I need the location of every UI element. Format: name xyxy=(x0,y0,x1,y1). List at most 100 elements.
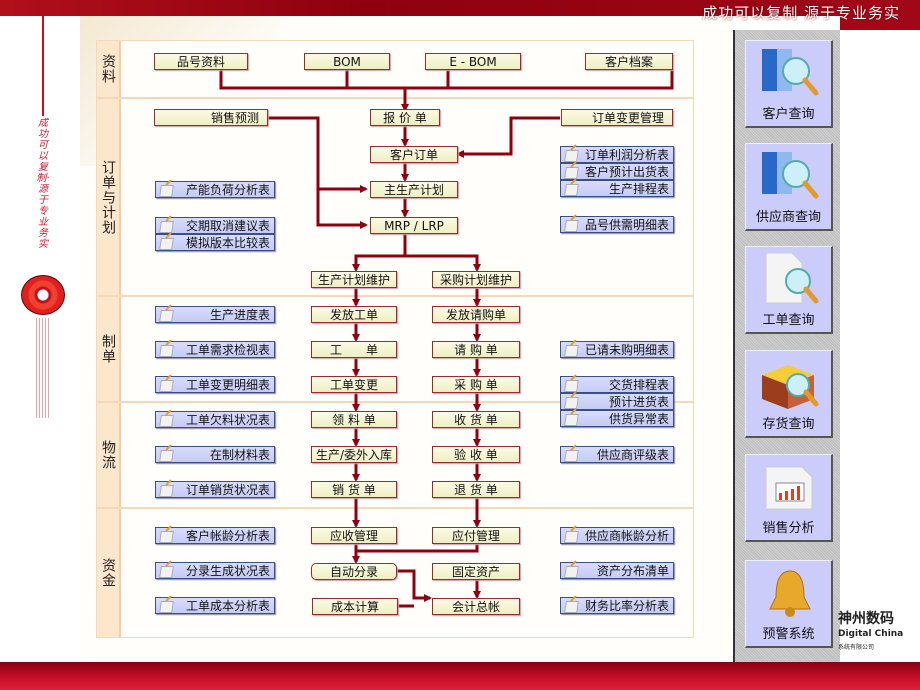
node-general-ledger[interactable]: 会计总帐 xyxy=(432,598,520,615)
slogan: 成功可以复制 源于专业务实 xyxy=(702,4,900,22)
node-purchase-order[interactable]: 采 购 单 xyxy=(432,376,520,393)
report-order-sales-status[interactable]: 订单销货状况表 xyxy=(155,481,275,498)
node-purch-plan-maint[interactable]: 采购计划维护 xyxy=(432,271,520,288)
bottom-banner xyxy=(0,662,920,690)
node-auto-voucher[interactable]: 自动分录 xyxy=(311,563,397,580)
lane-label: 订单与计划 xyxy=(97,99,121,295)
lane-label-text: 制单 xyxy=(100,334,116,364)
report-sim-version[interactable]: 模拟版本比较表 xyxy=(155,234,275,251)
supplier-query-button[interactable]: 供应商查询 xyxy=(745,143,833,231)
report-label: 预计进货表 xyxy=(608,395,669,409)
report-customer-ship-forecast[interactable]: 客户预计出货表 xyxy=(560,163,674,180)
node-item-data[interactable]: 品号资料 xyxy=(154,53,248,70)
report-icon xyxy=(565,219,579,231)
report-icon xyxy=(160,449,174,461)
inventory-query-button[interactable]: 存货查询 xyxy=(745,350,833,438)
report-icon xyxy=(160,184,174,196)
report-wo-cost[interactable]: 工单成本分析表 xyxy=(155,597,275,614)
report-icon xyxy=(565,183,579,195)
report-financial-ratio[interactable]: 财务比率分析表 xyxy=(560,597,674,614)
node-mps[interactable]: 主生产计划 xyxy=(370,181,458,198)
node-issue-purch-req[interactable]: 发放请购单 xyxy=(432,306,520,323)
report-label: 工单欠料状况表 xyxy=(185,413,270,427)
report-voucher-status[interactable]: 分录生成状况表 xyxy=(155,562,275,579)
alert-system-button[interactable]: 预警系统 xyxy=(745,560,833,648)
report-label: 资产分布清单 xyxy=(596,564,669,578)
node-bom[interactable]: BOM xyxy=(304,53,390,70)
report-icon xyxy=(565,565,579,577)
bell-icon xyxy=(769,570,811,617)
report-order-profit[interactable]: 订单利润分析表 xyxy=(560,146,674,163)
report-label: 生产排程表 xyxy=(608,182,669,196)
report-item-supply-demand[interactable]: 品号供需明细表 xyxy=(560,216,674,233)
report-wip-material[interactable]: 在制材料表 xyxy=(155,446,275,463)
node-inspection[interactable]: 验 收 单 xyxy=(432,446,520,463)
report-delivery-cancel[interactable]: 交期取消建议表 xyxy=(155,217,275,234)
node-issue-work-order[interactable]: 发放工单 xyxy=(311,306,397,323)
node-mrp[interactable]: MRP / LRP xyxy=(370,217,458,234)
node-ar-mgmt[interactable]: 应收管理 xyxy=(311,527,397,544)
report-label: 供应商帐龄分析 xyxy=(584,529,669,543)
node-fixed-assets[interactable]: 固定资产 xyxy=(432,563,520,580)
report-label: 工单需求检视表 xyxy=(185,343,270,357)
decorative-line xyxy=(42,16,44,116)
node-sales-forecast[interactable]: 销售预测 xyxy=(154,109,268,126)
node-work-order-change[interactable]: 工单变更 xyxy=(311,376,397,393)
report-prod-schedule[interactable]: 生产排程表 xyxy=(560,180,674,197)
report-customer-aging[interactable]: 客户帐龄分析表 xyxy=(155,527,275,544)
node-customer-file[interactable]: 客户档案 xyxy=(585,53,673,70)
report-label: 已请未购明细表 xyxy=(584,343,669,357)
node-material-requisition[interactable]: 领 料 单 xyxy=(311,411,397,428)
report-label: 分录生成状况表 xyxy=(185,564,270,578)
node-customer-order[interactable]: 客户订单 xyxy=(370,146,458,163)
report-requested-unpurchased[interactable]: 已请未购明细表 xyxy=(560,341,674,358)
node-ebom[interactable]: E - BOM xyxy=(425,53,521,70)
lane-label-text: 物流 xyxy=(100,440,116,470)
report-supply-exception[interactable]: 供货异常表 xyxy=(560,410,674,427)
node-quotation[interactable]: 报 价 单 xyxy=(370,109,440,126)
report-icon xyxy=(160,379,174,391)
report-expected-receipts[interactable]: 预计进货表 xyxy=(560,393,674,410)
node-goods-receipt[interactable]: 收 货 单 xyxy=(432,411,520,428)
node-cost-calc[interactable]: 成本计算 xyxy=(312,598,398,615)
lane-label-text: 资料 xyxy=(100,54,116,84)
report-wo-requirement[interactable]: 工单需求检视表 xyxy=(155,341,275,358)
report-label: 交期取消建议表 xyxy=(185,219,270,233)
node-sales-delivery[interactable]: 销 货 单 xyxy=(311,481,397,498)
node-ap-mgmt[interactable]: 应付管理 xyxy=(432,527,520,544)
node-goods-return[interactable]: 退 货 单 xyxy=(432,481,520,498)
node-purch-req[interactable]: 请 购 单 xyxy=(432,341,520,358)
sales-analysis-button[interactable]: 销售分析 xyxy=(745,454,833,542)
supplier-query-label: 供应商查询 xyxy=(755,210,821,225)
work-order-query-label: 工单查询 xyxy=(762,313,815,328)
box-magnifier-icon xyxy=(762,365,819,409)
lane-label: 物流 xyxy=(97,403,121,507)
company-logo: 神州数码 Digital China 系统有限公司 xyxy=(838,608,903,651)
report-asset-distribution[interactable]: 资产分布清单 xyxy=(560,562,674,579)
node-work-order[interactable]: 工 单 xyxy=(311,341,397,358)
customer-query-button[interactable]: 客户查询 xyxy=(745,40,833,128)
report-wo-shortage[interactable]: 工单欠料状况表 xyxy=(155,411,275,428)
report-prod-progress[interactable]: 生产进度表 xyxy=(155,306,275,323)
report-label: 工单成本分析表 xyxy=(185,599,270,613)
report-icon xyxy=(160,530,174,542)
work-order-query-button[interactable]: 工单查询 xyxy=(745,246,833,334)
inventory-query-label: 存货查询 xyxy=(762,417,815,432)
query-panel: 客户查询 供应商查询 工单查询 存货查询 销售分析 预警系统 xyxy=(733,30,840,675)
report-icon xyxy=(160,414,174,426)
report-icon xyxy=(565,379,579,391)
report-supplier-aging[interactable]: 供应商帐龄分析 xyxy=(560,527,674,544)
report-label: 客户帐龄分析表 xyxy=(185,529,270,543)
node-order-change-mgmt[interactable]: 订单变更管理 xyxy=(561,109,673,126)
report-delivery-schedule[interactable]: 交货排程表 xyxy=(560,376,674,393)
bar-chart-document-icon xyxy=(765,466,813,510)
lane-label: 制单 xyxy=(97,297,121,401)
report-wo-change-detail[interactable]: 工单变更明细表 xyxy=(155,376,275,393)
report-capacity-load[interactable]: 产能负荷分析表 xyxy=(155,181,275,198)
node-prod-stock-in[interactable]: 生产/委外入库 xyxy=(311,446,397,463)
report-label: 供货异常表 xyxy=(608,412,669,426)
node-prod-plan-maint[interactable]: 生产计划维护 xyxy=(311,271,397,288)
logo-sub: 系统有限公司 xyxy=(838,644,875,651)
report-supplier-rating[interactable]: 供应商评级表 xyxy=(560,446,674,463)
report-icon xyxy=(160,309,174,321)
